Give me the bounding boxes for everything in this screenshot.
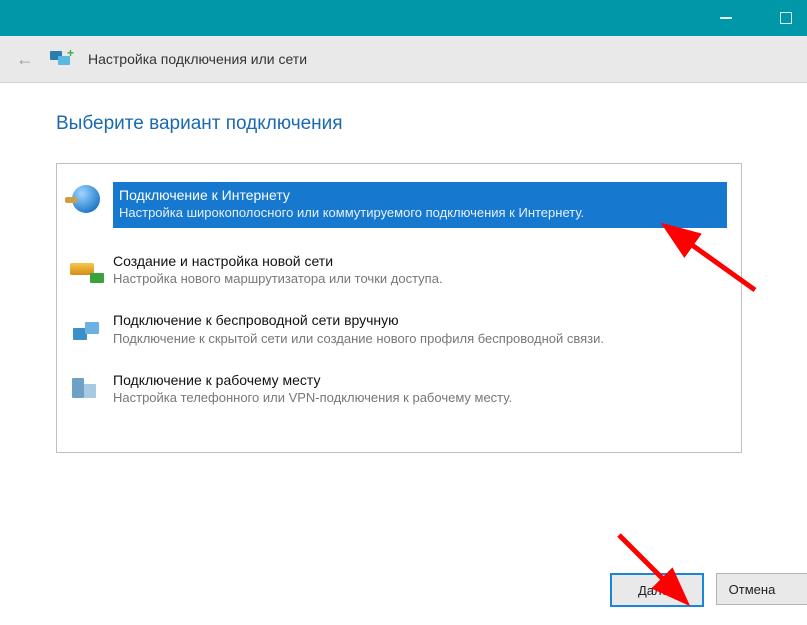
option-title: Создание и настройка новой сети [113, 252, 443, 270]
wifi-icon [69, 311, 103, 345]
option-workplace[interactable]: Подключение к рабочему месту Настройка т… [67, 367, 729, 411]
back-arrow-icon[interactable]: ← [16, 49, 34, 70]
option-title: Подключение к беспроводной сети вручную [113, 311, 604, 329]
window-title: Настройка подключения или сети [88, 51, 307, 67]
next-button[interactable]: Далее [610, 573, 704, 607]
option-title: Подключение к Интернету [119, 186, 721, 204]
option-desc: Настройка нового маршрутизатора или точк… [113, 270, 443, 288]
cancel-button[interactable]: Отмена [716, 573, 807, 605]
network-setup-icon: + [50, 48, 72, 70]
connection-options-list: Подключение к Интернету Настройка широко… [56, 163, 742, 453]
router-icon [69, 252, 103, 286]
page-heading: Выберите вариант подключения [56, 113, 751, 135]
option-title: Подключение к рабочему месту [113, 371, 512, 389]
minimize-button[interactable] [711, 3, 741, 33]
wizard-header: ← + Настройка подключения или сети [0, 36, 807, 83]
option-desc: Настройка телефонного или VPN-подключени… [113, 389, 512, 407]
title-bar [0, 0, 807, 36]
option-desc: Подключение к скрытой сети или создание … [113, 330, 604, 348]
maximize-button[interactable] [771, 3, 801, 33]
wizard-buttons: Далее Отмена [610, 573, 807, 607]
option-connect-internet[interactable]: Подключение к Интернету Настройка широко… [67, 178, 729, 232]
option-manual-wireless[interactable]: Подключение к беспроводной сети вручную … [67, 307, 729, 351]
option-new-network[interactable]: Создание и настройка новой сети Настройк… [67, 248, 729, 292]
globe-icon [69, 182, 103, 216]
workplace-icon [69, 371, 103, 405]
option-desc: Настройка широкополосного или коммутируе… [119, 204, 721, 222]
